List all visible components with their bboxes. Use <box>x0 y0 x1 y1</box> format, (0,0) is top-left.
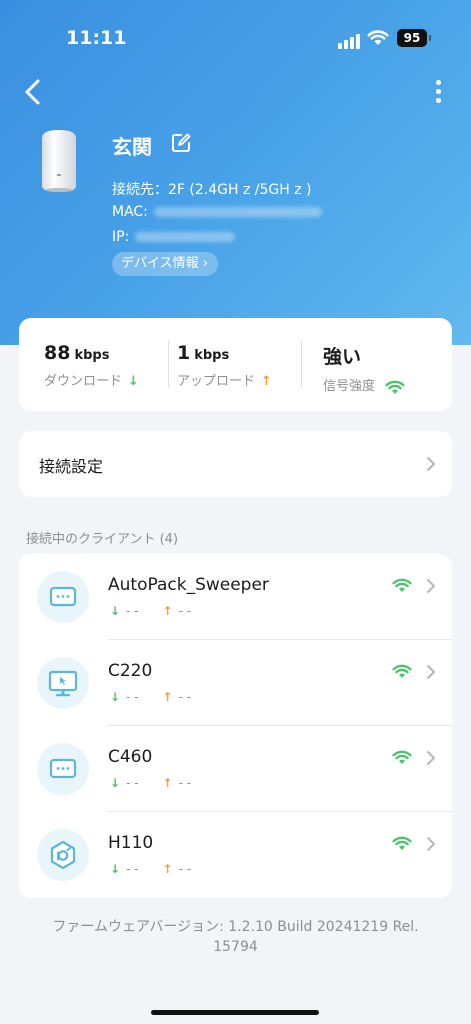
ip-value-redacted <box>135 232 236 242</box>
mac-address: MAC: <box>112 204 322 220</box>
cellular-signal-icon <box>338 30 362 49</box>
mac-value-redacted <box>153 207 322 217</box>
ip-address: IP: <box>112 229 236 245</box>
client-icon-bg <box>37 571 89 623</box>
client-row[interactable]: AutoPack_Sweeper ↓ - - ↑ - - <box>19 554 452 640</box>
wifi-signal-icon <box>385 380 405 394</box>
firmware-version-line1: ファームウェアバージョン: 1.2.10 Build 20241219 Rel. <box>52 919 419 935</box>
client-up-rate: - - <box>178 862 192 876</box>
chevron-right-icon <box>427 837 435 851</box>
client-row[interactable]: H110 ↓ - - ↑ - - <box>19 812 452 898</box>
traffic-stats-card: 88 kbps ダウンロード ↓ 1 kbps アップロード ↑ 強い 信号強度 <box>19 318 452 411</box>
upload-value: 1 <box>177 342 191 364</box>
mesh-router-image <box>42 130 76 192</box>
client-down-rate: - - <box>126 776 139 790</box>
upload-arrow-icon: ↑ <box>162 776 173 790</box>
signal-value: 強い <box>323 346 362 368</box>
client-row[interactable]: C220 ↓ - - ↑ - - <box>19 640 452 726</box>
battery-indicator: 95 <box>397 29 431 47</box>
chevron-right-icon <box>427 751 435 765</box>
download-arrow-icon: ↓ <box>128 374 139 389</box>
firmware-version: ファームウェアバージョン: 1.2.10 Build 20241219 Rel.… <box>0 917 471 957</box>
upload-unit: kbps <box>194 348 230 363</box>
client-up-rate: - - <box>178 690 192 704</box>
client-icon-bg <box>37 829 89 881</box>
wifi-signal-icon <box>392 578 412 592</box>
signal-label: 信号強度 <box>323 379 376 394</box>
connected-clients-title: 接続中のクライアント (4) <box>26 532 179 547</box>
home-indicator[interactable] <box>151 1010 319 1015</box>
chevron-right-icon <box>427 457 435 471</box>
client-rates: ↓ - - ↑ - - <box>110 604 191 618</box>
upload-stat: 1 kbps アップロード ↑ <box>177 342 272 389</box>
edit-icon[interactable] <box>170 132 192 154</box>
device-name: 玄関 <box>112 135 152 159</box>
client-name: H110 <box>108 833 154 853</box>
upload-arrow-icon: ↑ <box>162 690 173 704</box>
wifi-signal-icon <box>392 750 412 764</box>
status-time: 11:11 <box>66 27 127 49</box>
monitor-box-icon <box>49 586 77 607</box>
more-options-button[interactable] <box>428 77 448 107</box>
client-icon-bg <box>37 743 89 795</box>
client-name: C220 <box>108 661 153 681</box>
client-name: AutoPack_Sweeper <box>108 575 269 595</box>
status-bar: 11:11 95 <box>0 0 471 70</box>
client-down-rate: - - <box>126 690 139 704</box>
connection-settings-row[interactable]: 接続設定 <box>19 431 452 497</box>
monitor-box-icon <box>49 758 77 779</box>
chevron-right-icon <box>427 665 435 679</box>
client-down-rate: - - <box>126 862 139 876</box>
device-info-button[interactable]: デバイス情報 › <box>112 252 218 276</box>
client-up-rate: - - <box>178 604 192 618</box>
client-rates: ↓ - - ↑ - - <box>110 776 191 790</box>
client-row[interactable]: C460 ↓ - - ↑ - - <box>19 726 452 812</box>
client-rates: ↓ - - ↑ - - <box>110 862 191 876</box>
stat-divider <box>301 340 302 388</box>
client-up-rate: - - <box>178 776 192 790</box>
upload-arrow-icon: ↑ <box>162 862 173 876</box>
download-arrow-icon: ↓ <box>110 690 121 704</box>
signal-stat: 強い 信号強度 <box>323 342 405 395</box>
client-down-rate: - - <box>126 604 139 618</box>
client-rates: ↓ - - ↑ - - <box>110 690 191 704</box>
stat-divider <box>168 340 169 388</box>
connection-info: 接続先：2F (2.4GH z /5GH z ) <box>112 182 312 198</box>
wifi-signal-icon <box>392 836 412 850</box>
download-arrow-icon: ↓ <box>110 604 121 618</box>
wifi-signal-icon <box>392 664 412 678</box>
download-stat: 88 kbps ダウンロード ↓ <box>44 342 139 389</box>
upload-arrow-icon: ↑ <box>162 604 173 618</box>
upload-label: アップロード <box>177 374 256 389</box>
download-label: ダウンロード <box>44 374 123 389</box>
connection-settings-label: 接続設定 <box>39 457 104 476</box>
client-icon-bg <box>37 657 89 709</box>
desktop-icon <box>48 670 78 697</box>
ip-label: IP: <box>112 229 130 245</box>
download-arrow-icon: ↓ <box>110 862 121 876</box>
client-name: C460 <box>108 747 153 767</box>
hub-icon <box>50 840 76 870</box>
mac-label: MAC: <box>112 204 148 220</box>
download-value: 88 <box>44 342 71 364</box>
firmware-version-line2: 15794 <box>213 939 258 955</box>
download-arrow-icon: ↓ <box>110 776 121 790</box>
wifi-status-icon <box>367 30 389 45</box>
clients-list: AutoPack_Sweeper ↓ - - ↑ - - C220 ↓ - - ↑ - - <box>19 554 452 898</box>
download-unit: kbps <box>74 348 110 363</box>
chevron-right-icon <box>427 579 435 593</box>
upload-arrow-icon: ↑ <box>261 374 272 389</box>
back-button[interactable] <box>20 77 46 107</box>
